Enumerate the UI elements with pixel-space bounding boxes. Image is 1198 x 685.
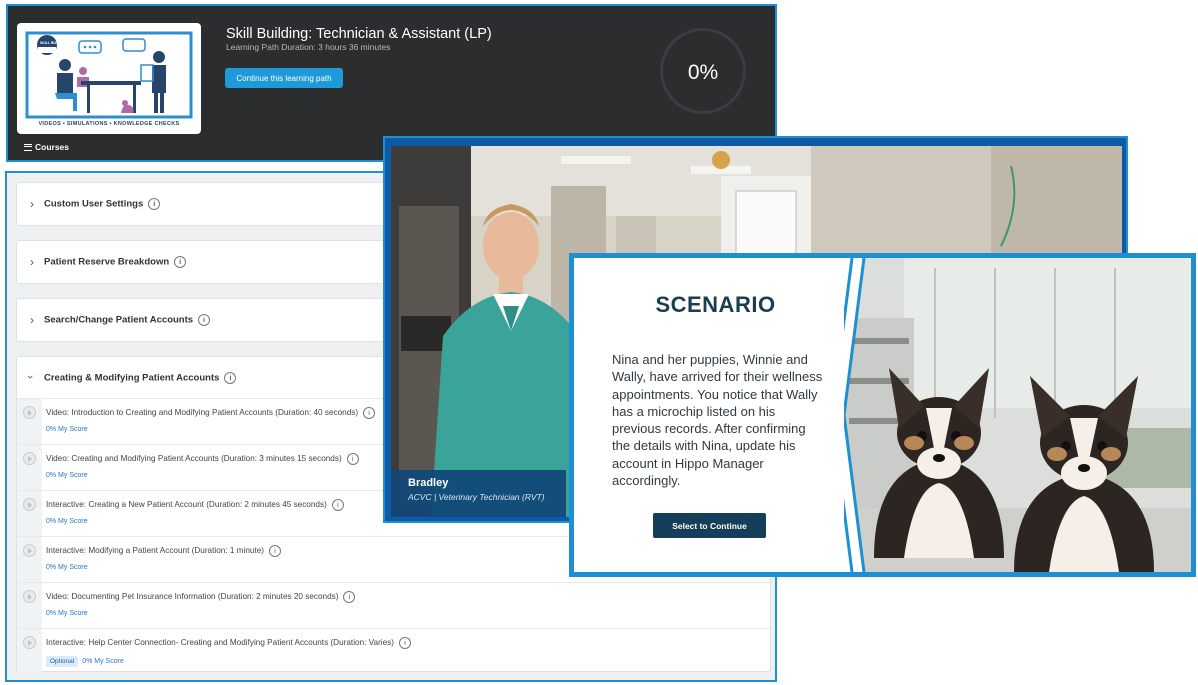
presenter-name-bar: Bradley ACVC | Veterinary Technician (RV… — [391, 470, 566, 517]
item-title-text: Video: Documenting Pet Insurance Informa… — [46, 592, 339, 602]
select-to-continue-button[interactable]: Select to Continue — [653, 513, 766, 538]
item-score: 0% My Score — [46, 564, 88, 571]
info-icon[interactable]: i — [363, 407, 376, 419]
item-title-text: Video: Creating and Modifying Patient Ac… — [46, 454, 342, 464]
item-title[interactable]: Interactive: Help Center Connection- Cre… — [46, 637, 411, 649]
learning-path-title: Skill Building: Technician & Assistant (… — [226, 26, 492, 42]
optional-badge: Optional — [46, 656, 79, 667]
item-rail — [17, 629, 42, 672]
chevron-right-icon: › — [30, 313, 34, 327]
item-title[interactable]: Interactive: Modifying a Patient Account… — [46, 545, 281, 557]
presenter-name: Bradley — [408, 477, 449, 489]
scenario-inner: SCENARIO Nina and her puppies, Winnie an… — [574, 258, 1191, 572]
play-icon — [23, 544, 36, 557]
learning-path-duration: Learning Path Duration: 3 hours 36 minut… — [226, 42, 391, 52]
info-icon[interactable]: i — [198, 314, 211, 326]
item-score: 0% My Score — [46, 518, 88, 525]
item-score: 0% My Score — [46, 426, 88, 433]
thumbnail-caption: VIDEOS • SIMULATIONS • KNOWLEDGE CHECKS — [38, 121, 180, 127]
item-score-row: Optional 0% My Score — [46, 656, 124, 667]
item-title[interactable]: Video: Documenting Pet Insurance Informa… — [46, 591, 356, 603]
item-rail — [17, 491, 42, 536]
section-title: Patient Reserve Breakdown i — [44, 256, 187, 268]
chevron-right-icon: › — [30, 255, 34, 269]
section-title-text: Creating & Modifying Patient Accounts — [44, 372, 220, 384]
progress-ring: 0% — [660, 28, 746, 114]
item-title-text: Video: Introduction to Creating and Modi… — [46, 408, 359, 418]
info-icon[interactable]: i — [224, 372, 237, 384]
item-title[interactable]: Video: Creating and Modifying Patient Ac… — [46, 453, 359, 465]
item-rail — [17, 445, 42, 490]
item-rail — [17, 399, 42, 444]
chevron-right-icon: › — [30, 197, 34, 211]
info-icon[interactable]: i — [346, 453, 359, 465]
item-title[interactable]: Video: Introduction to Creating and Modi… — [46, 407, 376, 419]
section-title-text: Search/Change Patient Accounts — [44, 314, 194, 326]
list-item[interactable]: Video: Documenting Pet Insurance Informa… — [17, 582, 770, 628]
progress-value: 0% — [687, 61, 719, 84]
info-icon[interactable]: i — [269, 545, 281, 557]
section-title: Search/Change Patient Accounts i — [44, 314, 211, 326]
play-icon — [23, 406, 36, 419]
chevron-down-icon[interactable]: › — [24, 375, 36, 379]
item-title[interactable]: Interactive: Creating a New Patient Acco… — [46, 499, 344, 511]
play-icon — [23, 590, 36, 603]
section-title: Custom User Settings i — [44, 198, 161, 210]
courses-label: Courses — [35, 142, 70, 152]
list-item[interactable]: Interactive: Help Center Connection- Cre… — [17, 628, 770, 672]
info-icon[interactable]: i — [399, 637, 411, 649]
courses-tab[interactable]: Courses — [24, 142, 69, 152]
play-icon — [23, 498, 36, 511]
item-title-text: Interactive: Help Center Connection- Cre… — [46, 638, 394, 648]
info-icon[interactable]: i — [343, 591, 356, 603]
item-score: 0% My Score — [46, 472, 88, 479]
play-icon — [23, 452, 36, 465]
thumbnail-badge: SKILL BUILDING — [40, 41, 68, 45]
item-score: 0% My Score — [46, 610, 88, 617]
item-rail — [17, 583, 42, 628]
scenario-title: SCENARIO — [655, 292, 776, 317]
section-title-text: Patient Reserve Breakdown — [44, 256, 170, 268]
list-icon — [24, 143, 32, 151]
item-title-text: Interactive: Creating a New Patient Acco… — [46, 500, 327, 510]
play-icon — [23, 636, 36, 649]
learning-path-thumbnail: SKILL BUILDING VIDEOS • SIMULATIONS • KN… — [17, 23, 201, 134]
section-title-text: Custom User Settings — [44, 198, 144, 210]
item-title-text: Interactive: Modifying a Patient Account… — [46, 546, 264, 556]
item-score: 0% My Score — [82, 658, 124, 665]
info-icon[interactable]: i — [148, 198, 161, 210]
presenter-role: ACVC | Veterinary Technician (RVT) — [408, 492, 545, 502]
info-icon[interactable]: i — [331, 499, 344, 511]
item-rail — [17, 537, 42, 582]
continue-learning-path-button[interactable]: Continue this learning path — [225, 68, 343, 88]
puppies-image — [844, 258, 1191, 572]
section-title[interactable]: Creating & Modifying Patient Accounts i — [44, 372, 237, 384]
scenario-card: SCENARIO Nina and her puppies, Winnie an… — [569, 253, 1196, 577]
scenario-text: Nina and her puppies, Winnie and Wally, … — [612, 352, 823, 489]
info-icon[interactable]: i — [174, 256, 187, 268]
